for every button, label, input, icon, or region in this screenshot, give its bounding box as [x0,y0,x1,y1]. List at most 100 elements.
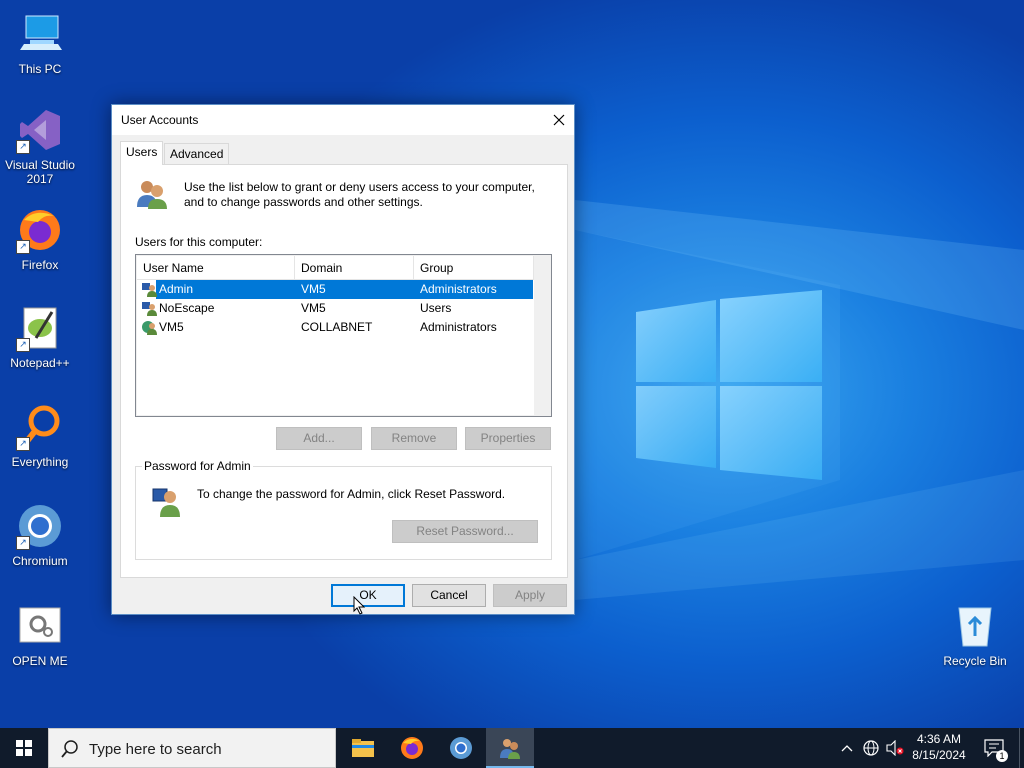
notepad-plus-plus-icon: ↗ [16,304,64,352]
user-icon [142,283,157,297]
taskbar: Type here to search 4:36 AM 8/15/2024 1 [0,728,1024,768]
search-icon [61,740,78,758]
desktop: This PC ↗ Visual Studio 2017 ↗ Firefox ↗… [0,0,1024,728]
taskbar-user-accounts[interactable] [486,728,534,768]
desktop-icon-firefox[interactable]: ↗ Firefox [0,206,80,272]
mouse-cursor-icon [353,596,366,615]
taskbar-file-explorer[interactable] [339,728,387,768]
windows-start-icon [16,740,32,756]
domain-user-icon [142,321,157,335]
notification-count-badge: 1 [996,750,1008,762]
taskbar-clock[interactable]: 4:36 AM 8/15/2024 [904,731,974,763]
close-button[interactable] [544,105,574,135]
user-accounts-icon [500,739,520,759]
cell-user-name: NoEscape [159,301,215,315]
visual-studio-icon: ↗ [16,106,64,154]
cell-group: Administrators [420,320,497,334]
firefox-icon [401,737,423,759]
dialog-title: User Accounts [121,113,199,127]
shortcut-arrow-icon: ↗ [16,536,30,550]
desktop-icon-chromium[interactable]: ↗ Chromium [0,502,80,568]
ok-button[interactable]: OK [331,584,405,607]
settings-file-icon [16,602,64,650]
shortcut-arrow-icon: ↗ [16,140,30,154]
chromium-icon [450,737,472,759]
show-hidden-icons-button[interactable] [838,728,856,768]
desktop-icon-label: Notepad++ [10,356,70,370]
chromium-icon: ↗ [16,502,64,550]
show-desktop-button[interactable] [1019,728,1024,768]
user-password-icon [150,485,184,519]
password-group-legend: Password for Admin [142,459,253,473]
table-row[interactable]: NoEscape VM5 Users [137,299,534,318]
reset-password-button[interactable]: Reset Password... [392,520,538,543]
cell-domain: VM5 [301,282,326,296]
taskbar-chromium[interactable] [437,728,485,768]
user-accounts-dialog: User Accounts Users Advanced Use the lis… [111,104,575,615]
desktop-icon-recycle-bin[interactable]: Recycle Bin [935,602,1015,668]
notification-center-button[interactable]: 1 [980,728,1008,768]
password-instructions: To change the password for Admin, click … [197,487,506,501]
shortcut-arrow-icon: ↗ [16,338,30,352]
desktop-icon-label: Firefox [21,258,59,272]
globe-network-icon [863,740,879,756]
users-tab-panel: Use the list below to grant or deny user… [120,164,568,578]
volume-muted-icon [886,740,904,756]
desktop-icon-everything[interactable]: ↗ Everything [0,403,80,469]
desktop-icon-visual-studio[interactable]: ↗ Visual Studio 2017 [0,106,80,186]
recycle-bin-icon [951,602,999,650]
info-text: Use the list below to grant or deny user… [184,180,535,209]
list-header: User Name Domain Group [137,256,534,280]
dialog-titlebar[interactable]: User Accounts [112,105,574,135]
desktop-icon-this-pc[interactable]: This PC [0,10,80,76]
remove-button[interactable]: Remove [371,427,457,450]
users-list-label: Users for this computer: [135,235,263,249]
volume-tray-button[interactable] [884,728,906,768]
windows-logo-wallpaper [636,290,822,480]
desktop-icon-notepad-plus-plus[interactable]: ↗ Notepad++ [0,304,80,370]
search-placeholder: Type here to search [89,741,222,758]
everything-search-icon: ↗ [16,403,64,451]
taskbar-firefox[interactable] [388,728,436,768]
close-icon [553,114,565,126]
desktop-icon-label: Visual Studio 2017 [5,158,75,186]
add-button[interactable]: Add... [276,427,362,450]
clock-time: 4:36 AM [916,732,962,746]
properties-button[interactable]: Properties [465,427,551,450]
cell-domain: COLLABNET [301,320,373,334]
network-tray-button[interactable] [860,728,882,768]
table-row[interactable]: Admin VM5 Administrators [137,280,534,299]
apply-button[interactable]: Apply [493,584,567,607]
cell-group: Administrators [420,282,497,296]
desktop-icon-open-me[interactable]: OPEN ME [0,602,80,668]
cell-user-name: VM5 [159,320,184,334]
table-row[interactable]: VM5 COLLABNET Administrators [137,318,534,337]
file-explorer-icon [352,739,374,757]
cell-domain: VM5 [301,301,326,315]
column-header-domain[interactable]: Domain [295,256,414,279]
cell-group: Users [420,301,452,315]
taskbar-search-box[interactable]: Type here to search [48,728,336,768]
column-header-user-name[interactable]: User Name [137,256,295,279]
cell-user-name: Admin [159,282,194,296]
users-group-icon [135,177,169,211]
shortcut-arrow-icon: ↗ [16,437,30,451]
column-header-group[interactable]: Group [414,256,534,279]
user-icon [142,302,157,316]
start-button[interactable] [0,728,48,768]
firefox-icon: ↗ [16,206,64,254]
desktop-icon-label: Chromium [12,554,68,568]
chevron-up-icon [841,745,853,752]
this-pc-icon [16,10,64,58]
cancel-button[interactable]: Cancel [412,584,486,607]
desktop-icon-label: Everything [11,455,69,469]
tab-advanced[interactable]: Advanced [164,143,230,164]
desktop-icon-label: OPEN ME [12,654,68,668]
desktop-icon-label: This PC [18,62,62,76]
clock-date: 8/15/2024 [912,748,966,762]
shortcut-arrow-icon: ↗ [16,240,30,254]
desktop-icon-label: Recycle Bin [943,654,1007,668]
users-list[interactable]: User Name Domain Group Admin VM5 Adminis… [135,254,552,417]
tab-users[interactable]: Users [120,141,164,165]
password-groupbox: Password for Admin To change the passwor… [135,459,552,560]
